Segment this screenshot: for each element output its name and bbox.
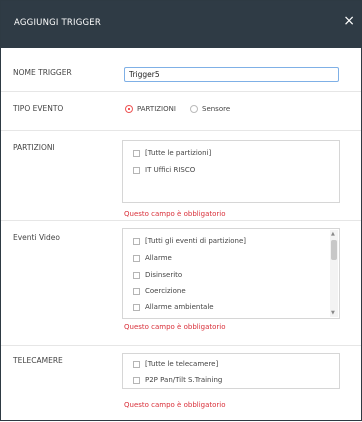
checkbox[interactable] [133,150,140,157]
radio-partitions-label: PARTIZIONI [137,105,176,113]
event-type-row: TIPO EVENTO [1,92,361,131]
trigger-name-input[interactable] [124,67,339,82]
partitions-label: PARTIZIONI [13,143,55,152]
cameras-list: [Tutte le telecamere] P2P Pan/Tilt S.Tra… [122,353,340,389]
dialog-header: AGGIUNGI TRIGGER × [1,1,361,48]
checkbox[interactable] [133,288,140,295]
checkbox[interactable] [133,255,140,262]
checkbox[interactable] [133,167,140,174]
list-item-label: Coercizione [145,287,186,295]
trigger-name-label: NOME TRIGGER [13,68,72,77]
video-events-list: [Tutti gli eventi di partizione] Allarme… [122,228,340,319]
list-item-label: [Tutte le telecamere] [145,360,219,368]
list-item-label: Disinserito [145,271,183,279]
list-item-label: P2P Pan/Tilt S.Training [145,376,223,384]
cameras-label: TELECAMERE [13,356,63,365]
add-trigger-dialog: AGGIUNGI TRIGGER × NOME TRIGGER TIPO EVE… [0,0,362,421]
checkbox[interactable] [133,304,140,311]
scrollbar-thumb[interactable] [331,240,337,260]
radio-sensor-label: Sensore [202,105,231,113]
checkbox[interactable] [133,361,140,368]
video-events-label: Eventi Video [13,233,60,242]
partitions-error: Questo campo è obbligatorio [124,210,226,218]
checkbox[interactable] [133,238,140,245]
scrollbar[interactable]: ▲ ▼ [330,230,338,317]
radio-partitions[interactable] [125,105,133,113]
cameras-error: Questo campo è obbligatorio [124,401,226,409]
radio-sensor[interactable] [190,105,198,113]
list-item-label: [Tutti gli eventi di partizione] [145,237,246,245]
dialog-title: AGGIUNGI TRIGGER [14,18,101,28]
list-item-label: [Tutte le partizioni] [145,149,212,157]
checkbox[interactable] [133,377,140,384]
list-item-label: Allarme [145,254,172,262]
event-type-label: TIPO EVENTO [13,104,64,113]
list-item-label: IT Uffici RISCO [145,166,196,174]
close-icon[interactable]: × [343,14,355,28]
chevron-down-icon[interactable]: ▼ [331,310,335,316]
list-item-label: Allarme ambientale [145,303,214,311]
video-events-error: Questo campo è obbligatorio [124,323,226,331]
checkbox[interactable] [133,272,140,279]
partitions-list: [Tutte le partizioni] IT Uffici RISCO [122,140,340,203]
chevron-up-icon[interactable]: ▲ [331,231,335,237]
